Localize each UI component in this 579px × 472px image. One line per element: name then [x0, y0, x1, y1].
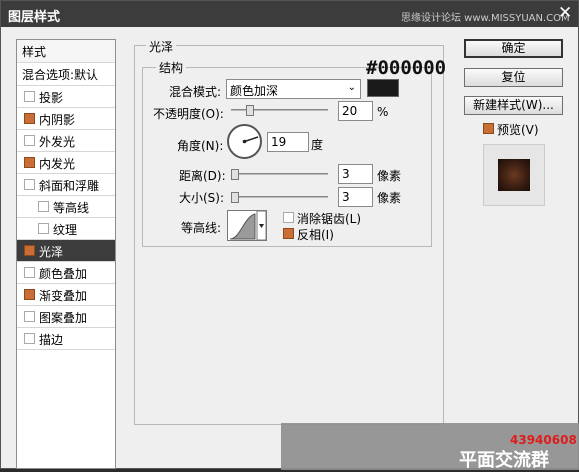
structure-title: 结构 — [156, 59, 187, 76]
dialog-title: 图层样式 — [8, 10, 61, 25]
angle-dial[interactable] — [227, 124, 262, 159]
style-item-checkbox[interactable] — [24, 91, 35, 102]
style-item-checkbox[interactable] — [24, 245, 35, 256]
angle-input[interactable]: 19 — [267, 132, 309, 152]
style-item-checkbox[interactable] — [38, 223, 49, 234]
style-item-label: 颜色叠加 — [39, 267, 88, 281]
style-item-2[interactable]: 外发光 — [17, 130, 115, 152]
style-item-11[interactable]: 描边 — [17, 328, 115, 350]
style-item-label: 图案叠加 — [39, 311, 88, 325]
watermark-text: 思缘设计论坛 www.MISSYUAN.COM — [401, 13, 570, 24]
contour-label: 等高线: — [181, 221, 222, 235]
style-item-10[interactable]: 图案叠加 — [17, 306, 115, 328]
angle-needle-icon — [242, 136, 259, 144]
size-slider[interactable] — [231, 196, 328, 198]
invert-checkbox[interactable] — [283, 228, 294, 239]
title-bar[interactable]: 图层样式 思缘设计论坛 www.MISSYUAN.COM ✕ — [1, 1, 578, 27]
style-item-checkbox[interactable] — [24, 311, 35, 322]
style-item-checkbox[interactable] — [24, 135, 35, 146]
style-item-label: 渐变叠加 — [39, 289, 88, 303]
size-slider-thumb[interactable] — [231, 192, 239, 203]
style-item-7[interactable]: 光泽 — [17, 240, 115, 262]
style-item-checkbox[interactable] — [24, 289, 35, 300]
style-item-checkbox[interactable] — [24, 157, 35, 168]
style-item-3[interactable]: 内发光 — [17, 152, 115, 174]
style-item-checkbox[interactable] — [38, 201, 49, 212]
style-item-8[interactable]: 颜色叠加 — [17, 262, 115, 284]
style-item-label: 内发光 — [39, 157, 76, 171]
preview-label: 预览(V) — [497, 123, 539, 137]
ok-button[interactable]: 确定 — [464, 39, 563, 58]
size-label: 大小(S): — [179, 191, 225, 205]
opacity-label: 不透明度(O): — [153, 107, 224, 121]
distance-slider[interactable] — [231, 173, 328, 175]
style-item-0[interactable]: 投影 — [17, 86, 115, 108]
antialias-label: 消除锯齿(L) — [297, 212, 362, 226]
angle-unit: 度 — [311, 138, 324, 152]
antialias-checkbox[interactable] — [283, 212, 294, 223]
color-hex-annotation: #000000 — [366, 57, 447, 79]
preview-checkbox[interactable] — [483, 123, 494, 134]
distance-slider-thumb[interactable] — [231, 169, 239, 180]
style-list: 样式 混合选项:默认 投影内阴影外发光内发光斜面和浮雕等高线纹理光泽颜色叠加渐变… — [16, 39, 116, 469]
distance-label: 距离(D): — [179, 169, 226, 183]
style-item-checkbox[interactable] — [24, 179, 35, 190]
style-item-label: 光泽 — [39, 245, 64, 259]
style-item-label: 内阴影 — [39, 113, 76, 127]
color-swatch[interactable] — [367, 79, 399, 97]
size-unit: 像素 — [377, 191, 402, 205]
close-icon[interactable]: ✕ — [558, 3, 572, 23]
invert-label: 反相(I) — [297, 228, 334, 242]
style-item-checkbox[interactable] — [24, 113, 35, 124]
reset-button[interactable]: 复位 — [464, 68, 563, 87]
style-item-label: 投影 — [39, 91, 64, 105]
blend-mode-label: 混合模式: — [169, 85, 222, 99]
new-style-button[interactable]: 新建样式(W)... — [464, 96, 563, 115]
opacity-slider-thumb[interactable] — [246, 105, 254, 116]
style-item-4[interactable]: 斜面和浮雕 — [17, 174, 115, 196]
contour-curve-icon — [229, 211, 266, 240]
contour-picker[interactable] — [227, 210, 267, 241]
style-item-label: 等高线 — [53, 201, 90, 215]
layer-style-dialog: 图层样式 思缘设计论坛 www.MISSYUAN.COM ✕ 样式 混合选项:默… — [0, 0, 579, 471]
opacity-input[interactable]: 20 — [338, 101, 373, 121]
group-text: 平面交流群 — [459, 450, 549, 471]
size-input[interactable]: 3 — [338, 187, 373, 207]
style-item-5[interactable]: 等高线 — [17, 196, 115, 218]
style-item-label: 斜面和浮雕 — [39, 179, 100, 193]
chevron-down-icon: ⌄ — [347, 82, 356, 93]
style-item-label: 纹理 — [53, 223, 78, 237]
style-item-label: 外发光 — [39, 135, 76, 149]
distance-unit: 像素 — [377, 169, 402, 183]
style-item-checkbox[interactable] — [24, 333, 35, 344]
style-item-label: 描边 — [39, 333, 64, 347]
qq-number: 43940608 — [510, 433, 577, 447]
style-item-9[interactable]: 渐变叠加 — [17, 284, 115, 306]
preview-thumbnail — [483, 144, 545, 206]
style-item-6[interactable]: 纹理 — [17, 218, 115, 240]
style-list-header[interactable]: 样式 — [17, 40, 115, 63]
preview-swatch — [498, 159, 530, 191]
angle-label: 角度(N): — [177, 139, 224, 153]
style-item-1[interactable]: 内阴影 — [17, 108, 115, 130]
satin-section-title: 光泽 — [146, 38, 177, 55]
opacity-unit: % — [377, 105, 389, 119]
blend-options-item[interactable]: 混合选项:默认 — [17, 63, 115, 86]
blend-mode-select[interactable]: 颜色加深 ⌄ — [226, 79, 361, 99]
distance-input[interactable]: 3 — [338, 164, 373, 184]
style-item-checkbox[interactable] — [24, 267, 35, 278]
